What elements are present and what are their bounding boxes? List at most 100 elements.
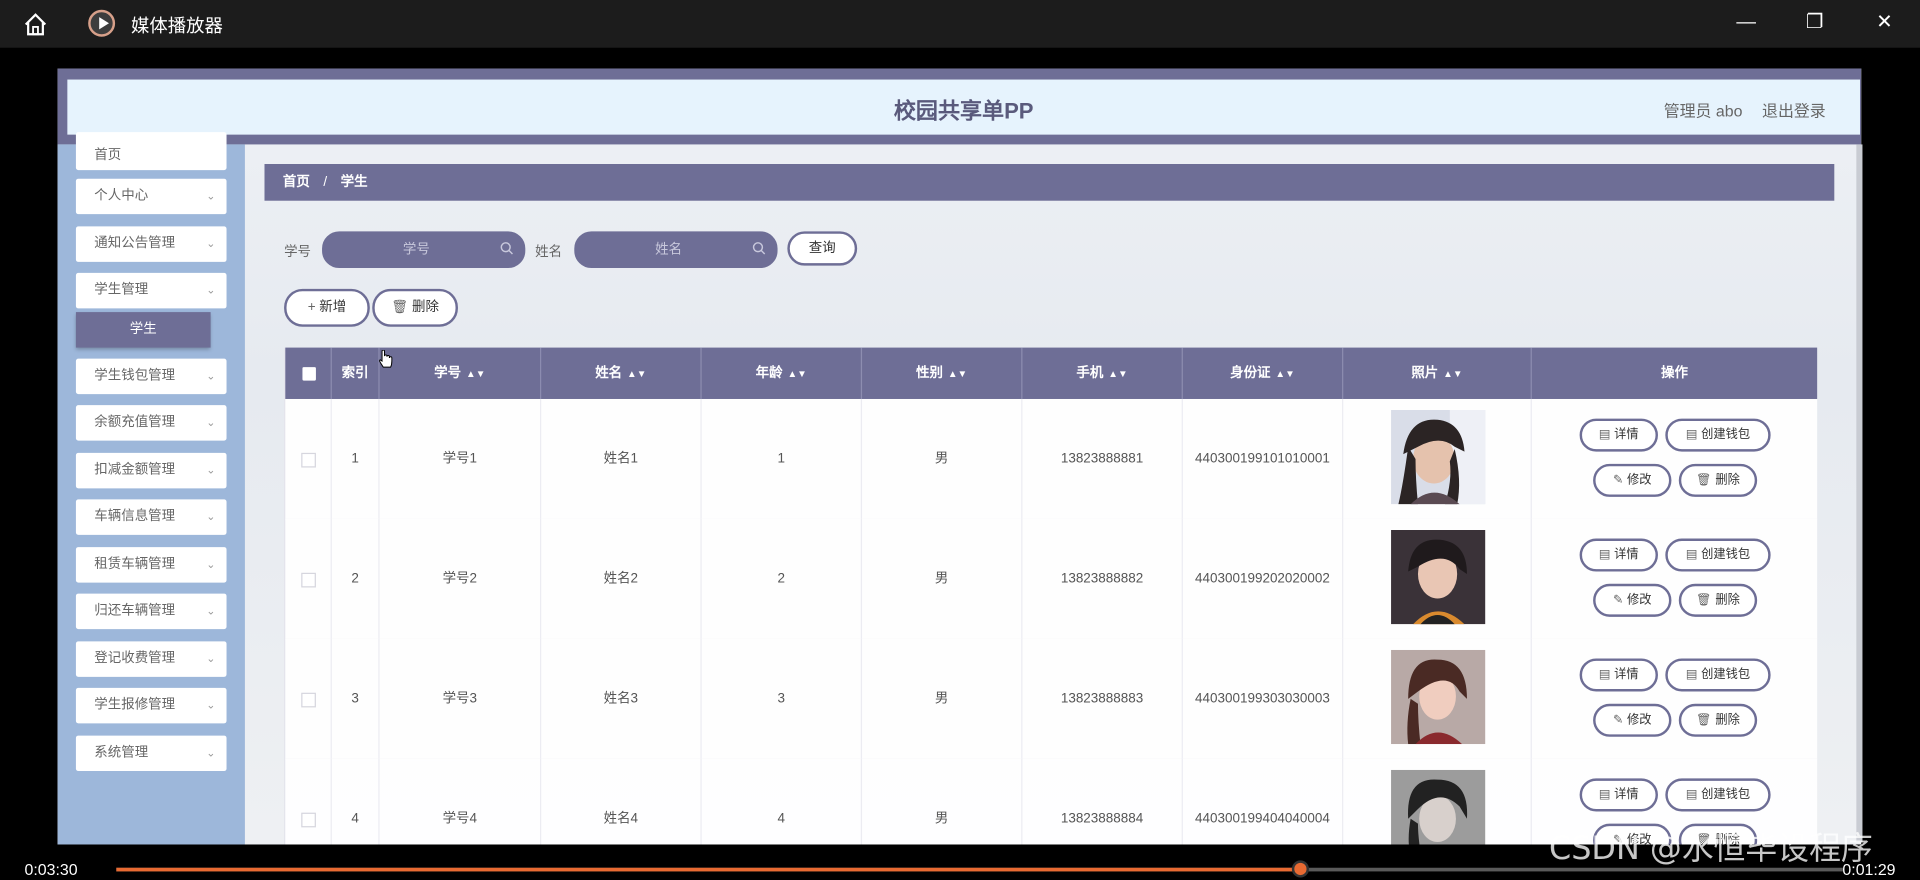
delete-button-label: 删除: [412, 299, 439, 315]
cell-photo: [1343, 518, 1532, 639]
search-icon: [752, 242, 766, 255]
detail-button[interactable]: ▤ 详情: [1579, 778, 1658, 812]
edit-button-label: 修改: [1626, 593, 1652, 608]
detail-button-label: 详情: [1614, 668, 1639, 682]
cell-name: 姓名4: [541, 758, 702, 845]
sidebar-item-rental-management[interactable]: 租赁车辆管理 ⌄: [75, 547, 227, 583]
sidebar-item-student-management[interactable]: 学生管理 ⌄: [75, 272, 227, 309]
sidebar-item-notice-management[interactable]: 通知公告管理 ⌄: [75, 226, 227, 262]
seek-bar-progress: [116, 867, 1301, 872]
edit-button[interactable]: ✎ 修改: [1593, 583, 1672, 617]
create-wallet-button[interactable]: ▤ 创建钱包: [1665, 778, 1771, 812]
column-header-photo[interactable]: 照片 ▲▼: [1343, 347, 1532, 399]
column-header-label: 照片: [1411, 365, 1439, 381]
trash-icon: 🗑: [1696, 713, 1712, 727]
detail-button[interactable]: ▤ 详情: [1579, 538, 1658, 572]
watermark-text: CSDN @水恒毕设程序: [1548, 831, 1873, 868]
column-header-age[interactable]: 年龄 ▲▼: [702, 347, 863, 399]
query-button[interactable]: 查询: [787, 231, 858, 266]
sidebar-subitem-student[interactable]: 学生: [75, 312, 211, 348]
sidebar-item-return-management[interactable]: 归还车辆管理 ⌄: [75, 593, 227, 630]
detail-button[interactable]: ▤ 详情: [1579, 418, 1658, 452]
create-wallet-button[interactable]: ▤ 创建钱包: [1665, 538, 1771, 572]
student-no-search-field[interactable]: [322, 231, 526, 269]
row-checkbox[interactable]: [301, 452, 316, 468]
cell-index: 4: [332, 758, 380, 845]
logout-link[interactable]: 退出登录: [1762, 98, 1826, 121]
select-all-checkbox[interactable]: [302, 367, 316, 381]
cell-age: 1: [702, 398, 863, 519]
chevron-down-icon: ⌄: [206, 698, 216, 712]
column-header-student-no[interactable]: 学号 ▲▼: [380, 347, 542, 399]
breadcrumb-separator: /: [323, 175, 328, 190]
page-scrollbar[interactable]: [1856, 144, 1863, 843]
students-table: 索引 学号 ▲▼ 姓名 ▲▼ 年龄 ▲▼ 性别 ▲▼ 手机 ▲▼ 身份证 ▲▼ 照片 ▲▼ 操…: [284, 347, 1818, 845]
add-button[interactable]: + 新增: [284, 288, 370, 327]
create-wallet-button[interactable]: ▤ 创建钱包: [1665, 658, 1771, 692]
sort-icon[interactable]: ▲▼: [948, 368, 967, 379]
sort-icon[interactable]: ▲▼: [1443, 368, 1462, 379]
close-icon[interactable]: ✕: [1867, 7, 1901, 39]
cell-student-no: 学号4: [380, 758, 542, 845]
minimize-icon[interactable]: —: [1729, 7, 1763, 39]
media-player-icon: [88, 9, 116, 37]
column-header-id-card[interactable]: 身份证 ▲▼: [1183, 347, 1344, 399]
sort-icon[interactable]: ▲▼: [466, 368, 485, 379]
cell-age: 4: [702, 758, 863, 845]
seek-bar-handle[interactable]: [1292, 860, 1310, 878]
delete-button[interactable]: 🗑 删除: [372, 288, 458, 327]
detail-button[interactable]: ▤ 详情: [1579, 658, 1658, 692]
edit-button-label: 修改: [1626, 713, 1652, 727]
student-photo[interactable]: [1391, 649, 1486, 745]
name-search-field[interactable]: [574, 231, 778, 269]
sidebar-item-personal-center[interactable]: 个人中心 ⌄: [75, 178, 227, 215]
cell-phone: 13823888882: [1022, 518, 1183, 639]
cell-gender: 男: [862, 398, 1023, 519]
sidebar-item-label: 学生钱包管理: [94, 368, 176, 384]
sidebar-item-fee-management[interactable]: 登记收费管理 ⌄: [75, 641, 227, 677]
sort-icon[interactable]: ▲▼: [1275, 368, 1294, 379]
sort-icon[interactable]: ▲▼: [627, 368, 646, 379]
home-icon[interactable]: [22, 11, 49, 38]
row-delete-button[interactable]: 🗑 删除: [1678, 463, 1758, 497]
row-checkbox[interactable]: [301, 692, 316, 708]
sidebar-item-deduction-management[interactable]: 扣减金额管理 ⌄: [75, 452, 227, 489]
sidebar-item-repair-management[interactable]: 学生报修管理 ⌄: [75, 687, 227, 724]
row-delete-button[interactable]: 🗑 删除: [1678, 583, 1758, 617]
column-header-gender[interactable]: 性别 ▲▼: [862, 347, 1023, 399]
sidebar-item-wallet-management[interactable]: 学生钱包管理 ⌄: [75, 358, 227, 395]
cell-phone: 13823888881: [1022, 398, 1183, 519]
sort-icon[interactable]: ▲▼: [1108, 368, 1127, 379]
chevron-down-icon: ⌄: [206, 652, 216, 665]
cell-id-card: 440300199303030003: [1183, 638, 1344, 759]
cell-actions: ▤ 详情 ▤ 创建钱包 ✎ 修改 🗑 删除: [1532, 519, 1817, 639]
edit-button[interactable]: ✎ 修改: [1593, 703, 1672, 737]
sidebar-item-label: 学生管理: [94, 282, 149, 298]
web-page: 校园共享单PP 管理员 abo 退出登录 首页 个人中心 ⌄ 通知公告管理 ⌄ 学生…: [57, 68, 1862, 845]
chevron-down-icon: ⌄: [206, 746, 216, 759]
student-photo[interactable]: [1391, 769, 1486, 845]
student-photo[interactable]: [1391, 410, 1486, 505]
sidebar-item-vehicle-info[interactable]: 车辆信息管理 ⌄: [75, 499, 227, 535]
sidebar-item-label: 归还车辆管理: [94, 603, 176, 619]
column-header-phone[interactable]: 手机 ▲▼: [1022, 347, 1183, 399]
column-header-name[interactable]: 姓名 ▲▼: [541, 347, 702, 399]
row-checkbox[interactable]: [301, 812, 316, 828]
sidebar-item-home[interactable]: 首页: [75, 132, 227, 171]
create-wallet-button[interactable]: ▤ 创建钱包: [1665, 418, 1771, 452]
sidebar-item-system-management[interactable]: 系统管理 ⌄: [75, 735, 227, 772]
student-photo[interactable]: [1391, 529, 1486, 625]
breadcrumb-home[interactable]: 首页: [283, 175, 310, 190]
sidebar-item-recharge-management[interactable]: 余额充值管理 ⌄: [75, 405, 227, 441]
name-input[interactable]: [592, 232, 745, 267]
sort-icon[interactable]: ▲▼: [787, 368, 806, 379]
restore-icon[interactable]: ❐: [1798, 7, 1832, 39]
chevron-down-icon: ⌄: [206, 510, 216, 523]
sidebar-item-label: 租赁车辆管理: [94, 556, 176, 572]
mouse-cursor-icon: [379, 350, 393, 368]
row-checkbox[interactable]: [301, 572, 316, 588]
edit-button[interactable]: ✎ 修改: [1593, 463, 1672, 497]
row-delete-button[interactable]: 🗑 删除: [1678, 703, 1758, 737]
table-row: 2 学号2 姓名2 2 男 13823888882 44030019920202…: [285, 518, 1818, 641]
student-no-input[interactable]: [340, 232, 493, 267]
